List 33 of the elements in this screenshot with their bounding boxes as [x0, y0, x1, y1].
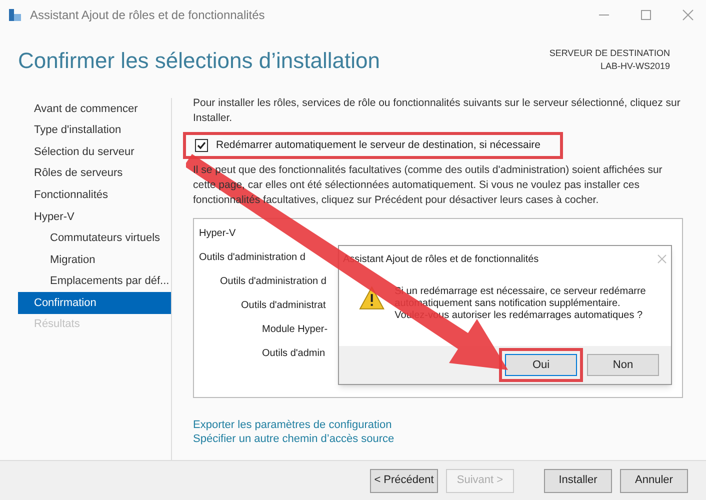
sidebar-item[interactable]: Avant de commencer [18, 98, 171, 120]
intro-text: Pour installer les rôles, services de rôle ou fonctionnalités suivants sur le serveur sélectionné, cliquez sur Installer. [193, 96, 682, 126]
tree-item: Outils d'administration d [199, 250, 306, 264]
link[interactable]: Spécifier un autre chemin d’accès source [193, 432, 394, 446]
destination-label: SERVEUR DE DESTINATION [549, 47, 670, 60]
link[interactable]: Exporter les paramètres de configuration [193, 418, 392, 432]
sidebar-item[interactable]: Type d'installation [18, 120, 171, 142]
destination-server: LAB-HV-WS2019 [600, 60, 670, 73]
sidebar-item[interactable]: Rôles de serveurs [18, 162, 171, 184]
sidebar-item[interactable]: Emplacements par déf... [18, 270, 171, 292]
window-title: Assistant Ajout de rôles et de fonctionnalités [30, 7, 265, 24]
checkbox[interactable] [195, 139, 208, 152]
server-app-icon [8, 8, 22, 22]
close-icon[interactable] [657, 254, 667, 264]
tree-item: Outils d'administration d [220, 274, 326, 288]
sidebar-item[interactable]: Migration [18, 249, 171, 271]
sidebar-item[interactable]: Confirmation [18, 292, 171, 314]
maximize-icon[interactable] [640, 9, 652, 21]
close-icon[interactable] [682, 9, 694, 21]
sidebar-item[interactable]: Commutateurs virtuels [18, 228, 171, 250]
wizard-button[interactable]: Installer [544, 468, 612, 492]
tree-item: Outils d'admin [262, 346, 326, 360]
tree-item: Module Hyper- [262, 322, 328, 336]
dialog-button[interactable]: Non [587, 354, 659, 376]
checkbox-label: Redémarrer automatiquement le serveur de destination, si nécessaire [216, 138, 541, 153]
wizard-button[interactable]: < Précédent [370, 468, 438, 492]
tree-item: Outils d'administrat [241, 298, 326, 312]
sidebar-item[interactable]: Fonctionnalités [18, 184, 171, 206]
sidebar-item[interactable]: Sélection du serveur [18, 141, 171, 163]
sidebar-item[interactable]: Hyper-V [18, 206, 171, 228]
page-title: Confirmer les sélections d’installation [18, 46, 380, 74]
tree-item: Hyper-V [199, 226, 236, 240]
wizard-button[interactable]: Annuler [620, 468, 688, 492]
